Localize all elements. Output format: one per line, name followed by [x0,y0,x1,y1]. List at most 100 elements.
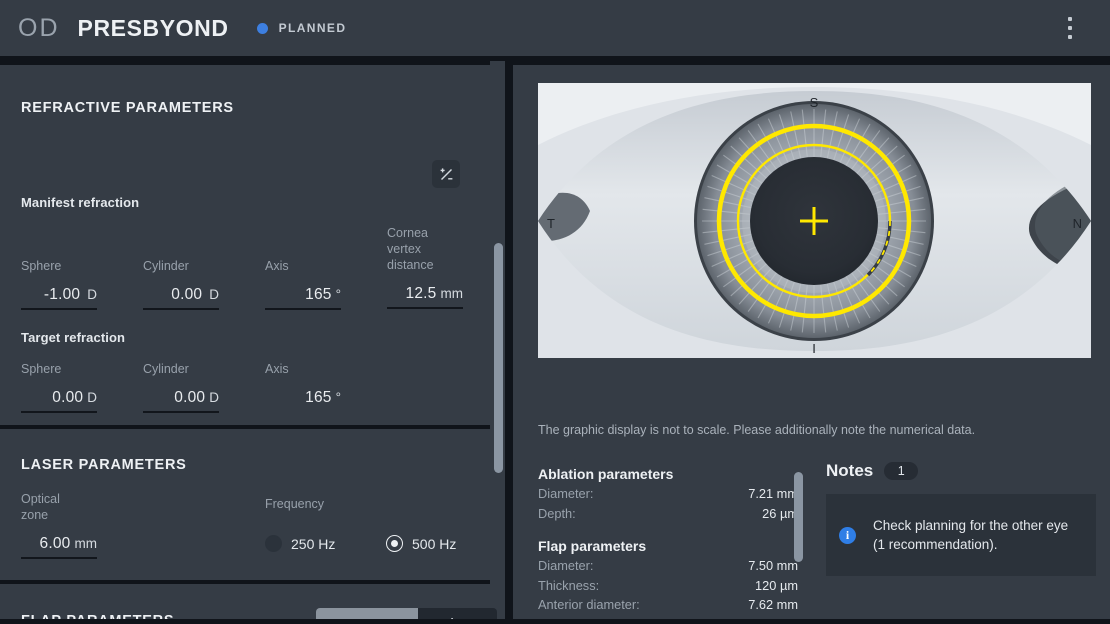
optical-zone-value: 6.00 [39,535,71,552]
target-cylinder-field[interactable]: Cylinder 0.00 D [143,361,219,413]
notes-section: Notes 1 i Check planning for the other e… [826,461,1096,576]
manifest-cornea-vertex-distance-label: Cornea vertex distance [387,226,434,272]
application-window: OD PRESBYOND PLANNED REFRACTIVE PARAMETE… [0,0,1110,624]
radio-icon-unselected [265,535,282,552]
field-underline [21,557,97,559]
section-divider [0,580,490,584]
manifest-cylinder-value: 0.00 [171,286,203,303]
manifest-refraction-subtitle: Manifest refraction [21,195,140,210]
left-panel-scrollbar[interactable] [494,243,503,473]
field-underline [143,411,219,413]
visualization-panel: S I T N The graphic display is not to sc… [513,61,1110,624]
parameters-scrollbar[interactable] [794,472,803,562]
parameters-form-panel: REFRACTIVE PARAMETERS Manifest refractio… [0,61,505,624]
kebab-dot [1068,35,1072,39]
target-axis-value: 165 [305,389,332,406]
manifest-sphere-label: Sphere [21,259,62,273]
eye-side-badge: OD [18,13,60,42]
target-cylinder-value: 0.00 [174,389,206,406]
target-cylinder-label: Cylinder [143,362,189,376]
orientation-label-temporal: T [547,216,555,231]
plus-minus-icon[interactable] [432,160,460,188]
flap-diameter-label: Diameter: [538,558,594,573]
ablation-parameters-heading: Ablation parameters [538,466,674,482]
optical-zone-label: Optical zone [21,492,60,522]
notes-count-badge: 1 [884,462,919,480]
table-row: Depth: 26 µm [538,504,798,524]
field-underline [143,308,219,310]
page-title: PRESBYOND [77,14,229,41]
manifest-sphere-value: -1.00 [43,286,81,303]
note-text: Check planning for the other eye (1 reco… [873,518,1069,552]
manifest-axis-label: Axis [265,259,289,273]
status-badge: PLANNED [256,21,347,35]
notes-header: Notes 1 [826,461,1096,481]
manifest-cornea-vertex-distance-field[interactable]: Cornea vertex distance 12.5 mm [387,225,463,309]
flap-anterior-diameter-value: 7.62 mm [748,597,798,612]
orientation-label-nasal: N [1073,216,1082,231]
manifest-cornea-vertex-distance-value: 12.5 [405,285,437,302]
app-header: OD PRESBYOND PLANNED [0,0,1110,56]
field-underline [21,411,97,413]
eye-illustration: S I T N [538,83,1091,358]
frequency-label: Frequency [265,497,325,511]
kebab-dot [1068,17,1072,21]
status-label: PLANNED [278,21,347,35]
optical-zone-field[interactable]: Optical zone 6.00 mm [21,491,97,559]
flap-thickness-label: Thickness: [538,577,600,593]
orientation-label-superior: S [810,95,819,110]
table-row: Diameter: 7.21 mm [538,484,798,504]
optical-zone-unit: mm [74,536,98,551]
frequency-option-500-label: 500 Hz [412,535,457,552]
plus-minus-glyph [440,167,452,180]
manifest-sphere-field[interactable]: Sphere -1.00 D [21,258,97,310]
target-sphere-label: Sphere [21,362,62,376]
frequency-option-250[interactable]: 250 Hz [265,535,335,552]
laser-section-title: LASER PARAMETERS [21,457,187,473]
panel-vertical-divider [505,56,513,624]
bottom-divider [0,619,1110,624]
ablation-diameter-value: 7.21 mm [748,486,798,501]
manifest-sphere-unit: D [87,287,97,302]
table-row: Anterior diameter: 7.62 mm [538,595,798,615]
radio-icon-selected [386,535,403,552]
field-underline [21,308,97,310]
panel-top-divider [0,61,490,65]
target-axis-field: Axis 165 ° [265,361,341,407]
flap-diameter-value: 7.50 mm [748,558,798,573]
field-underline [387,307,463,309]
orientation-label-inferior: I [812,341,816,356]
flap-thickness-value: 120 µm [755,577,798,593]
eye-diagram: S I T N [538,83,1091,358]
table-row: Thickness: 120 µm [538,576,798,596]
frequency-option-500[interactable]: 500 Hz [386,535,456,552]
flap-parameters-heading: Flap parameters [538,538,647,554]
manifest-axis-value: 165 [305,286,332,303]
eye-diagram-caption: The graphic display is not to scale. Ple… [538,423,976,437]
kebab-dot [1068,26,1072,30]
status-dot-icon [256,22,268,34]
manifest-cylinder-field[interactable]: Cylinder 0.00 D [143,258,219,310]
manifest-cylinder-label: Cylinder [143,259,189,273]
target-sphere-value: 0.00 [52,389,84,406]
table-row: Diameter: 7.50 mm [538,556,798,576]
manifest-axis-field[interactable]: Axis 165 ° [265,258,341,310]
target-sphere-unit: D [87,390,97,405]
refractive-section-title: REFRACTIVE PARAMETERS [21,100,234,116]
target-axis-unit: ° [335,390,341,405]
target-axis-label: Axis [265,362,289,376]
note-item[interactable]: i Check planning for the other eye (1 re… [826,494,1096,576]
frequency-option-250-label: 250 Hz [291,535,336,552]
panel-top-divider [513,61,1110,65]
info-icon: i [839,526,856,544]
target-refraction-subtitle: Target refraction [21,330,126,345]
parameter-readout-column: Ablation parameters Diameter: 7.21 mm De… [538,466,798,615]
ablation-depth-value: 26 µm [762,505,798,521]
target-sphere-field[interactable]: Sphere 0.00 D [21,361,97,413]
manifest-axis-unit: ° [335,287,341,302]
kebab-menu-icon[interactable] [1056,8,1084,48]
target-cylinder-unit: D [209,390,219,405]
field-underline [265,308,341,310]
manifest-cylinder-unit: D [209,287,219,302]
